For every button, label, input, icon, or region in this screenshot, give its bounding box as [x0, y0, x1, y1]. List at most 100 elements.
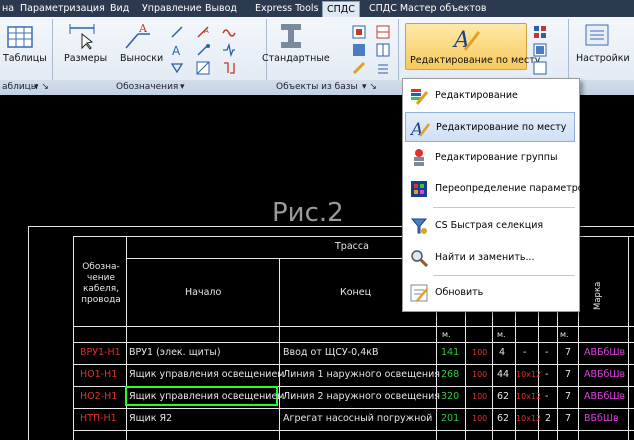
pencil-icon[interactable]: [352, 60, 366, 75]
arrow-icon[interactable]: [170, 24, 184, 38]
row-id[interactable]: ВРУ1-Н1: [80, 347, 121, 359]
standard-button-label[interactable]: Стандартные: [262, 53, 330, 64]
tab-home[interactable]: на: [2, 0, 14, 17]
row-v5[interactable]: 7: [565, 369, 571, 381]
edit-dropdown-menu: Редактирование A Редактирование по месту…: [402, 78, 589, 312]
level-mark-icon[interactable]: [170, 60, 184, 74]
menu-item-override-params[interactable]: Переопределение параметров: [405, 174, 589, 204]
header-designation-line: Обозна-: [82, 262, 120, 272]
properties-icon[interactable]: [533, 24, 547, 38]
row-v4[interactable]: -: [545, 369, 548, 381]
unit-label: м.: [442, 330, 451, 339]
row-id[interactable]: НО1-Н1: [80, 369, 117, 381]
check-icon[interactable]: [533, 60, 547, 75]
panel-notations-dropdown-icon[interactable]: ▾: [180, 80, 185, 95]
header-designation: Обозна- чение кабеля, провода: [78, 262, 124, 306]
edit-in-place-icon: A: [451, 26, 481, 53]
row-v5[interactable]: 7: [565, 347, 571, 359]
settings-button-label[interactable]: Настройки: [576, 53, 630, 64]
row-start[interactable]: Ящик Я2: [129, 413, 172, 425]
menu-item-edit-in-place[interactable]: A Редактирование по месту: [405, 112, 575, 142]
row-v2[interactable]: 62: [497, 413, 509, 425]
menu-item-find-replace[interactable]: Найти и заменить...: [405, 243, 575, 273]
tab-management[interactable]: Управление: [142, 0, 202, 17]
axis-icon[interactable]: [196, 42, 210, 56]
row-v1[interactable]: 100: [472, 347, 487, 359]
table-small-icon[interactable]: [376, 24, 390, 39]
row-v2[interactable]: 62: [497, 391, 509, 403]
hatch-icon[interactable]: [196, 60, 210, 75]
grid-icon[interactable]: [376, 42, 390, 57]
header-designation-line: провода: [81, 295, 121, 305]
row-v3[interactable]: 10х12: [516, 391, 541, 403]
tab-spds-master[interactable]: СПДС Мастер объектов: [369, 0, 486, 17]
callouts-button-label[interactable]: Выноски: [120, 53, 163, 64]
row-v1[interactable]: 100: [472, 413, 487, 425]
row-v4[interactable]: -: [545, 347, 548, 359]
row-mark[interactable]: ВБбШв: [584, 413, 619, 425]
row-v4[interactable]: 2: [545, 413, 551, 425]
row-v5[interactable]: 7: [565, 391, 571, 403]
row-end[interactable]: Линия 1 наружного освещения: [283, 369, 440, 381]
menu-separator: [433, 207, 575, 208]
panel-notations-label[interactable]: Обозначения: [116, 80, 178, 95]
section-icon[interactable]: [222, 60, 236, 74]
row-length[interactable]: 201: [441, 413, 459, 425]
standard-objects-icon[interactable]: [278, 22, 304, 50]
callout-icon[interactable]: A: [122, 22, 152, 50]
row-length[interactable]: 141: [441, 347, 459, 359]
row-id[interactable]: НТП-Н1: [80, 413, 117, 425]
tab-view[interactable]: Вид: [110, 0, 129, 17]
menu-item-quick-select[interactable]: CS Быстрая селекция: [405, 211, 575, 241]
panel-objects-label[interactable]: Объекты из базы: [276, 80, 358, 95]
text-a-icon[interactable]: A: [170, 42, 184, 58]
table-line: [126, 258, 436, 259]
row-v1[interactable]: 100: [472, 369, 487, 381]
row-length[interactable]: 268: [441, 369, 459, 381]
row-v3[interactable]: 10х12: [516, 369, 541, 381]
row-v2[interactable]: 44: [497, 369, 509, 381]
menu-item-refresh[interactable]: Обновить: [405, 278, 575, 308]
row-mark[interactable]: АВБбШв: [584, 369, 625, 381]
row-length[interactable]: 320: [441, 391, 459, 403]
row-mark[interactable]: АВБбШв: [584, 347, 625, 359]
tab-spds[interactable]: СПДС: [322, 1, 360, 17]
row-v2[interactable]: 4: [499, 347, 505, 359]
row-v5[interactable]: 7: [565, 413, 571, 425]
edit-in-place-button[interactable]: A Редактирование по месту: [405, 23, 540, 70]
row-v3[interactable]: -: [523, 347, 526, 359]
list-icon[interactable]: [376, 60, 390, 74]
leader-icon[interactable]: A: [196, 24, 210, 38]
panel-tables-label[interactable]: аблицы: [2, 80, 38, 95]
settings-icon[interactable]: [584, 22, 610, 48]
row-start[interactable]: Ящик управления освещением: [129, 369, 284, 381]
table-line: [73, 364, 634, 365]
wave-line-icon[interactable]: [222, 24, 236, 38]
panel-tables-dropdown-icon[interactable]: ▾ ↘: [34, 80, 49, 95]
row-v4[interactable]: -: [545, 391, 548, 403]
menu-item-edit[interactable]: Редактирование: [405, 81, 575, 111]
tab-parametrization[interactable]: Параметризация: [20, 0, 105, 17]
row-start[interactable]: Ящик управления освещением: [129, 391, 284, 403]
row-end[interactable]: Агрегат насосный погружной: [283, 413, 432, 425]
tab-output[interactable]: Вывод: [205, 0, 237, 17]
tab-express-tools[interactable]: Express Tools: [255, 0, 319, 17]
break-line-icon[interactable]: [222, 42, 236, 58]
sizes-button-label[interactable]: Размеры: [64, 53, 107, 64]
row-v3[interactable]: 10х12: [516, 413, 541, 425]
row-id[interactable]: НО2-Н1: [80, 391, 117, 403]
block-icon[interactable]: [352, 24, 366, 39]
menu-item-edit-group[interactable]: Редактирование группы: [405, 143, 575, 173]
fill-icon[interactable]: [352, 42, 366, 56]
dimension-icon[interactable]: [68, 22, 98, 50]
tables-button-label[interactable]: Таблицы: [3, 53, 47, 64]
table-icon[interactable]: [7, 24, 33, 50]
row-start[interactable]: ВРУ1 (элек. щиты): [129, 347, 221, 359]
layers-icon[interactable]: [533, 42, 547, 57]
row-end[interactable]: Линия 2 наружного освещения: [283, 391, 440, 403]
row-mark[interactable]: АВБбШв: [584, 391, 625, 403]
menu-separator: [433, 275, 575, 276]
panel-objects-dropdown-icon[interactable]: ▾ ↘: [362, 80, 377, 95]
row-v1[interactable]: 100: [472, 391, 487, 403]
row-end[interactable]: Ввод от ЩСУ-0,4кВ: [283, 347, 379, 359]
